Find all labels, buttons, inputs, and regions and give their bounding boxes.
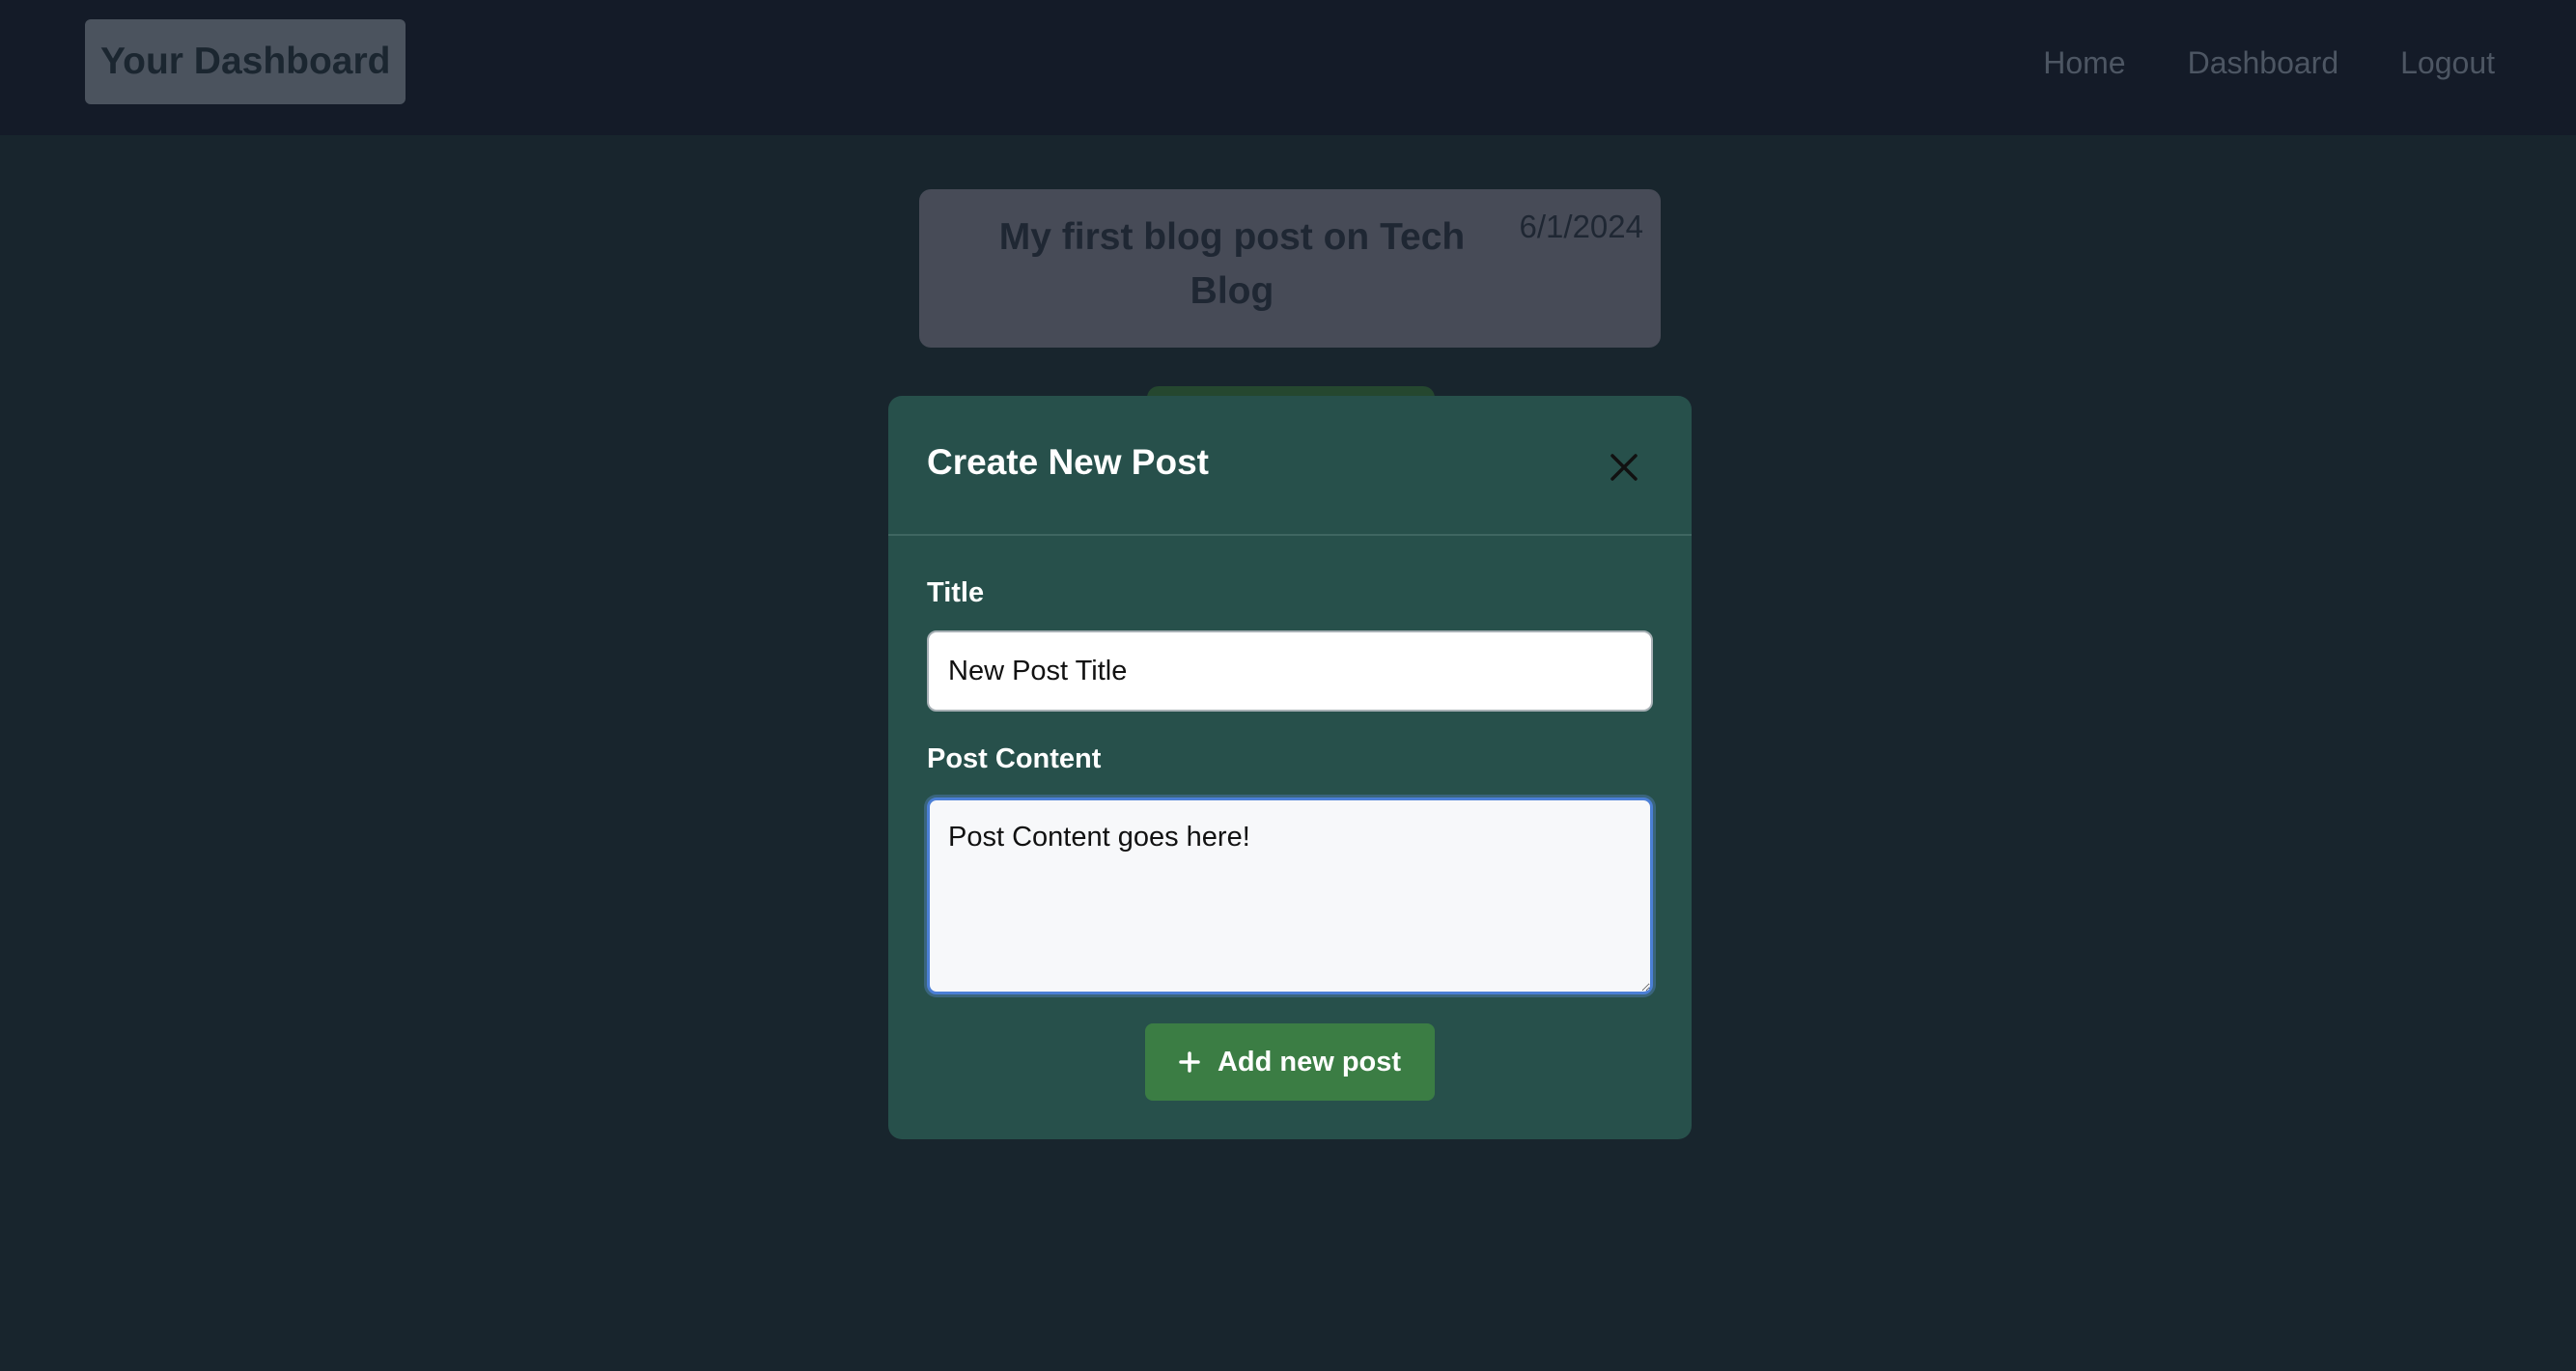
blog-post-card[interactable]: My first blog post on Tech Blog 6/1/2024 [919,189,1661,348]
post-title: My first blog post on Tech Blog [998,216,1466,312]
nav-links: Home Dashboard Logout [2043,0,2495,126]
create-post-modal: Create New Post Title Post Content Post … [888,396,1692,1139]
add-new-post-label: Add new post [1217,1046,1402,1077]
title-input[interactable] [927,630,1653,712]
post-content-label: Post Content [927,743,1102,774]
add-new-post-button[interactable]: Add new post [1145,1023,1435,1101]
nav-link-dashboard[interactable]: Dashboard [2188,45,2339,81]
top-navbar: Your Dashboard Home Dashboard Logout [0,0,2576,135]
nav-link-logout[interactable]: Logout [2400,45,2495,81]
modal-header: Create New Post [888,396,1692,536]
dashboard-brand[interactable]: Your Dashboard [85,19,406,104]
nav-link-home[interactable]: Home [2043,45,2125,81]
title-label: Title [927,577,985,608]
close-icon [1610,454,1638,481]
modal-title: Create New Post [927,442,1209,482]
post-date: 6/1/2024 [1519,209,1643,244]
post-content-textarea[interactable]: Post Content goes here! [927,797,1653,994]
close-modal-button[interactable] [1599,442,1649,492]
plus-icon [1179,1051,1200,1073]
